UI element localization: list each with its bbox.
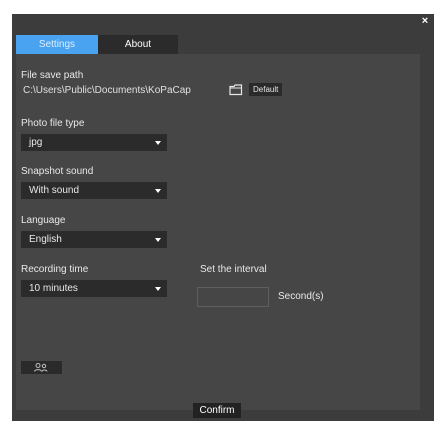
photo-file-type-value: jpg <box>29 137 43 148</box>
settings-panel: File save path C:\Users\Public\Documents… <box>16 54 420 410</box>
chevron-down-icon <box>155 141 161 145</box>
recording-time-select[interactable]: 10 minutes <box>21 280 167 297</box>
snapshot-sound-select[interactable]: With sound <box>21 182 167 199</box>
people-icon <box>34 363 48 372</box>
recording-time-label: Recording time <box>21 264 89 275</box>
default-path-button[interactable]: Default <box>249 83 283 96</box>
photo-file-type-label: Photo file type <box>21 118 85 129</box>
snapshot-sound-value: With sound <box>29 185 80 196</box>
close-button[interactable]: × <box>419 15 431 28</box>
title-bar: × <box>12 14 434 32</box>
chevron-down-icon <box>155 287 161 291</box>
chevron-down-icon <box>155 238 161 242</box>
chevron-down-icon <box>155 189 161 193</box>
interval-label: Set the interval <box>200 264 267 275</box>
interval-unit-label: Second(s) <box>278 291 324 302</box>
file-save-path-value: C:\Users\Public\Documents\KoPaCap <box>23 85 191 96</box>
reset-button[interactable] <box>21 361 62 374</box>
interval-input[interactable] <box>197 287 269 307</box>
language-value: English <box>29 234 62 245</box>
recording-time-value: 10 minutes <box>29 283 78 294</box>
folder-icon-graphic <box>229 84 243 96</box>
file-save-path-label: File save path <box>21 70 84 81</box>
tab-bar: Settings About <box>16 35 420 54</box>
folder-icon[interactable] <box>229 84 243 96</box>
language-select[interactable]: English <box>21 231 167 248</box>
settings-dialog: × Settings About File save path C:\Users… <box>12 14 434 421</box>
confirm-button[interactable]: Confirm <box>193 403 241 418</box>
photo-file-type-select[interactable]: jpg <box>21 134 167 151</box>
snapshot-sound-label: Snapshot sound <box>21 166 94 177</box>
tab-settings[interactable]: Settings <box>16 35 98 54</box>
language-label: Language <box>21 215 66 226</box>
tab-about[interactable]: About <box>98 35 178 54</box>
